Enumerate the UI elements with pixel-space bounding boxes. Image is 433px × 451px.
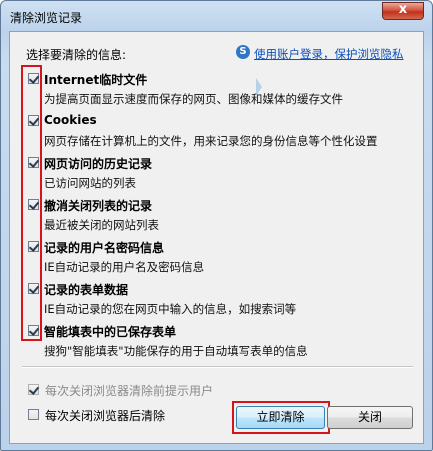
item-title: 记录的用户名密码信息 <box>44 241 165 255</box>
item-title: Internet临时文件 <box>44 73 148 87</box>
item-title: Cookies <box>44 113 97 127</box>
item-description: 网页存储在计算机上的文件，用来记录您的身份信息等个性化设置 <box>44 134 378 148</box>
item-title: 记录的表单数据 <box>44 283 129 297</box>
window-close-button[interactable]: x <box>382 2 424 20</box>
clear-history-dialog: 清除浏览记录 x 选择要清除的信息: S 使用账户登录，保护浏览隐私 Inter… <box>0 0 433 451</box>
clear-on-close-label: 每次关闭浏览器后清除 <box>45 409 166 423</box>
title-bar[interactable]: 清除浏览记录 x <box>1 1 432 31</box>
clear-now-button[interactable]: 立即清除 <box>236 406 325 429</box>
item-description: 为提高页面显示速度而保存的网页、图像和媒体的缓存文件 <box>44 92 343 106</box>
close-button[interactable]: 关闭 <box>327 406 413 429</box>
close-icon: x <box>398 2 408 17</box>
dialog-body: 选择要清除的信息: S 使用账户登录，保护浏览隐私 Internet临时文件为提… <box>9 31 424 444</box>
prompt-on-close-checkbox[interactable] <box>28 384 39 395</box>
clear-on-close-checkbox[interactable] <box>28 409 39 420</box>
item-title: 撤消关闭列表的记录 <box>44 199 153 213</box>
window-title: 清除浏览记录 <box>10 11 83 25</box>
section-label: 选择要清除的信息: <box>26 48 127 62</box>
item-description: 已访问网站的列表 <box>44 176 136 190</box>
item-title: 智能填表中的已保存表单 <box>44 325 177 339</box>
sogou-account-icon[interactable]: S <box>236 45 250 59</box>
prompt-on-close-label: 每次关闭浏览器清除前提示用户 <box>45 384 214 398</box>
item-description: IE自动记录的用户名及密码信息 <box>44 260 205 274</box>
account-login-link[interactable]: 使用账户登录，保护浏览隐私 <box>254 46 404 62</box>
item-description: IE自动记录的您在网页中输入的信息，如搜索词等 <box>44 302 297 316</box>
item-description: 搜狗"智能填表"功能保存的用于自动填写表单的信息 <box>44 344 308 358</box>
item-title: 网页访问的历史记录 <box>44 157 153 171</box>
item-description: 最近被关闭的网站列表 <box>44 218 159 232</box>
checkbox-highlight-box <box>21 65 42 341</box>
divider <box>22 366 413 368</box>
